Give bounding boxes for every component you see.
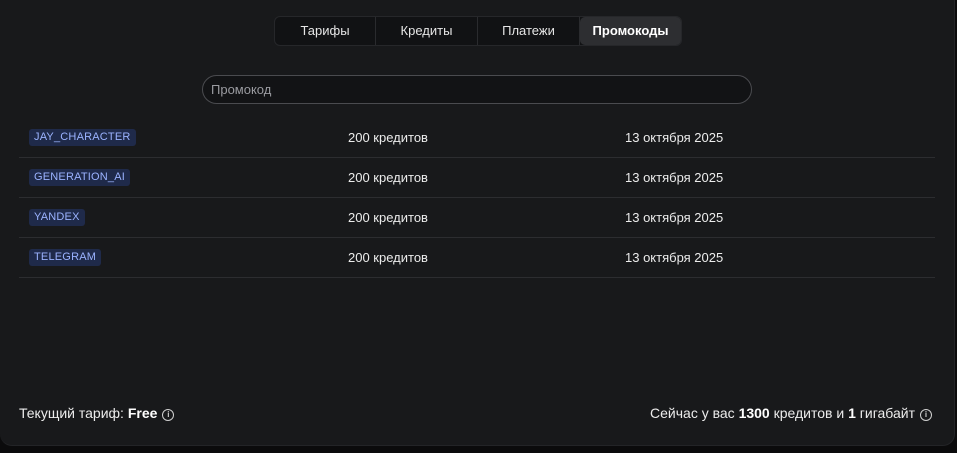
storage-value: 1 xyxy=(848,405,856,421)
balance-summary: Сейчас у вас 1300 кредитов и 1 гигабайт i xyxy=(650,405,932,421)
tab-promocodes[interactable]: Промокоды xyxy=(580,17,681,45)
credit-amount: 200 кредитов xyxy=(348,250,428,265)
activation-date: 13 октября 2025 xyxy=(625,210,724,225)
balance-prefix: Сейчас у вас xyxy=(650,405,735,421)
credit-amount: 200 кредитов xyxy=(348,210,428,225)
credit-amount: 200 кредитов xyxy=(348,130,428,145)
current-plan: Текущий тариф: Free i xyxy=(19,405,175,421)
tab-credits[interactable]: Кредиты xyxy=(376,17,478,45)
promocode-list: JAY_CHARACTER 200 кредитов 13 октября 20… xyxy=(19,118,935,278)
activation-date: 13 октября 2025 xyxy=(625,250,724,265)
credits-value: 1300 xyxy=(738,405,770,421)
list-item: YANDEX 200 кредитов 13 октября 2025 xyxy=(19,198,935,238)
promocodes-panel: Тарифы Кредиты Платежи Промокоды JAY_CHA… xyxy=(0,0,955,446)
activation-date: 13 октября 2025 xyxy=(625,170,724,185)
info-icon[interactable]: i xyxy=(162,409,175,421)
promocode-badge: TELEGRAM xyxy=(29,249,102,266)
credits-word: кредитов и xyxy=(773,405,845,421)
promocode-badge: JAY_CHARACTER xyxy=(29,129,136,146)
promocode-badge: YANDEX xyxy=(29,209,85,226)
list-item: JAY_CHARACTER 200 кредитов 13 октября 20… xyxy=(19,118,935,158)
activation-date: 13 октября 2025 xyxy=(625,130,724,145)
list-item: GENERATION_AI 200 кредитов 13 октября 20… xyxy=(19,158,935,198)
tabs-bar: Тарифы Кредиты Платежи Промокоды xyxy=(274,16,682,46)
plan-value: Free xyxy=(127,405,158,421)
tab-tariffs[interactable]: Тарифы xyxy=(275,17,376,45)
plan-label: Текущий тариф: xyxy=(19,405,124,421)
storage-word: гигабайт xyxy=(859,405,915,421)
promocode-input[interactable] xyxy=(202,75,752,104)
info-icon[interactable]: i xyxy=(920,409,932,421)
credit-amount: 200 кредитов xyxy=(348,170,428,185)
list-item: TELEGRAM 200 кредитов 13 октября 2025 xyxy=(19,238,935,278)
promocode-badge: GENERATION_AI xyxy=(29,169,131,186)
tab-payments[interactable]: Платежи xyxy=(478,17,580,45)
